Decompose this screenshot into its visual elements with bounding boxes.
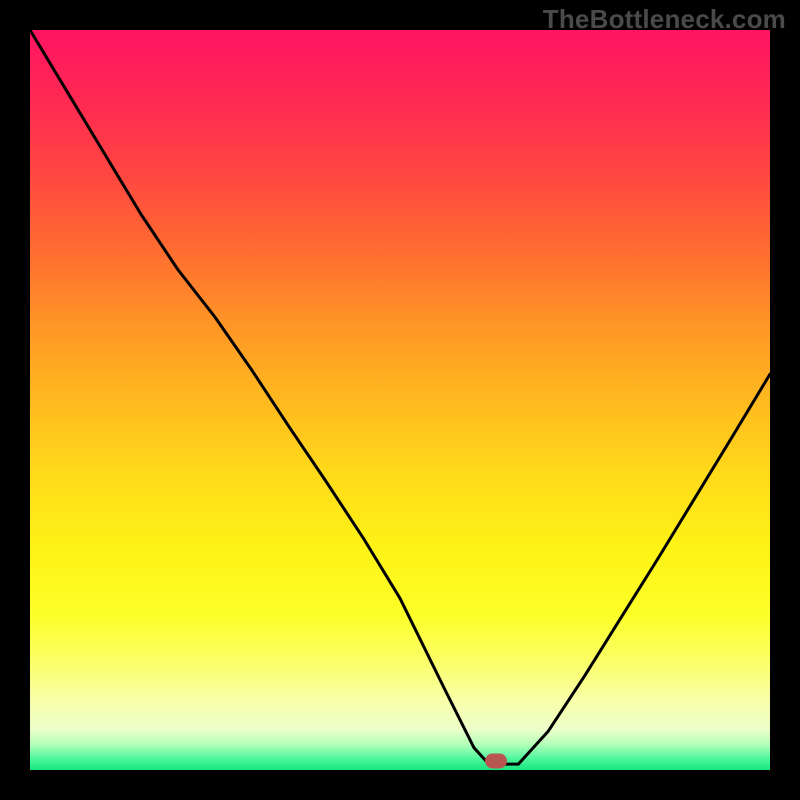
minimum-marker xyxy=(485,754,507,769)
gradient-background xyxy=(30,30,770,770)
chart-frame: TheBottleneck.com xyxy=(0,0,800,800)
plot-area xyxy=(30,30,770,770)
